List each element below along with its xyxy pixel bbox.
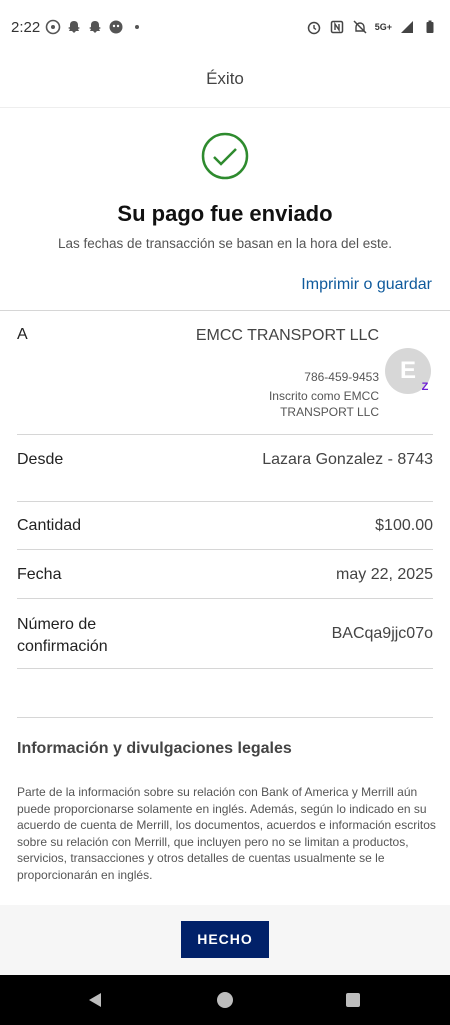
print-or-save-link[interactable]: Imprimir o guardar: [301, 276, 432, 294]
legal-title: Información y divulgaciones legales: [17, 740, 292, 757]
zelle-badge-icon: Z: [421, 381, 429, 393]
status-bar: 2:22 5G+: [0, 0, 450, 56]
signal-icon: [401, 21, 413, 33]
battery-icon: [426, 20, 434, 33]
recents-icon[interactable]: [346, 993, 360, 1007]
status-time: 2:22: [11, 19, 41, 36]
network-type: 5G+: [374, 22, 392, 32]
payee-phone: 786-459-9453: [304, 370, 379, 384]
system-icons: 5G+: [306, 19, 438, 35]
notification-icons: [45, 19, 145, 35]
app-icon: [109, 20, 123, 34]
mute-icon: [353, 20, 367, 34]
dot-icon: [135, 25, 139, 29]
page-title: Éxito: [206, 69, 244, 88]
footer: HECHO: [0, 905, 450, 975]
confirmation-content: Su pago fue enviado Las fechas de transa…: [0, 108, 450, 905]
confirmation-value: BACqa9jjc07o: [331, 625, 433, 642]
date-value: may 22, 2025: [336, 566, 433, 583]
to-label: A: [17, 326, 28, 343]
divider: [17, 434, 433, 435]
system-nav-bar: [0, 975, 450, 1025]
from-label: Desde: [17, 451, 64, 468]
whatsapp-icon: [45, 19, 61, 35]
success-title: Su pago fue enviado: [117, 201, 333, 226]
back-icon[interactable]: [87, 992, 103, 1008]
home-icon[interactable]: [217, 992, 233, 1008]
from-value: Lazara Gonzalez - 8743: [262, 451, 433, 468]
snapchat-icon: [89, 21, 101, 33]
done-button[interactable]: HECHO: [181, 921, 269, 958]
success-subtitle: Las fechas de transacción se basan en la…: [58, 236, 392, 251]
divider: [17, 717, 433, 718]
divider: [17, 501, 433, 502]
payee-enrolled-as: Inscrito como EMCC TRANSPORT LLC: [268, 389, 379, 419]
check-circle-icon: [201, 132, 249, 180]
divider: [17, 598, 433, 599]
amount-label: Cantidad: [17, 517, 82, 534]
amount-value: $100.00: [375, 517, 433, 534]
confirmation-label: Número de confirmación: [17, 616, 108, 655]
divider: [17, 668, 433, 669]
legal-text: Parte de la información sobre su relació…: [17, 785, 436, 882]
divider: [17, 549, 433, 550]
nfc-icon: [330, 20, 343, 34]
payee-name: EMCC TRANSPORT LLC: [195, 327, 379, 344]
divider: [0, 310, 450, 311]
date-label: Fecha: [17, 566, 62, 583]
app-header: Éxito: [0, 56, 450, 108]
alarm-icon: [307, 21, 320, 35]
snapchat-icon: [68, 21, 80, 33]
